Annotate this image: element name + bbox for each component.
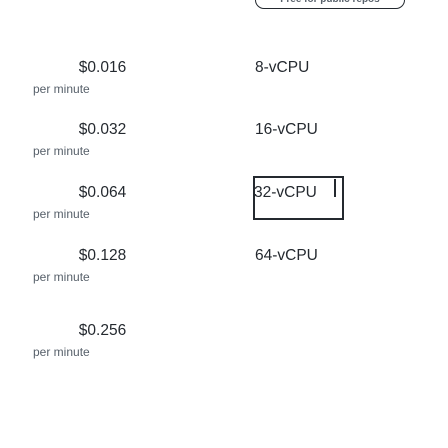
price-unit: per minute [33,207,90,221]
pricing-row-8vcpu: $0.016 per minute 8-vCPU [0,58,448,118]
price-unit: per minute [33,345,90,359]
price-unit: per minute [33,144,90,158]
pricing-row-16vcpu: $0.032 per minute 16-vCPU [0,120,448,180]
price-unit: per minute [33,82,90,96]
price-value: $0.128 [78,247,127,264]
price-value: $0.064 [78,184,127,201]
price-value: $0.016 [78,59,127,76]
machine-size: 8-vCPU [255,59,310,76]
pricing-row-32vcpu: $0.064 per minute 32-vCPU [0,176,448,243]
price-value: $0.256 [78,322,127,339]
pricing-row-extra: $0.256 per minute [0,321,448,381]
price-unit: per minute [33,270,90,284]
machine-size: 32-vCPU [254,184,317,201]
price-value: $0.032 [78,121,127,138]
machine-size: 64-vCPU [255,247,318,264]
machine-size-highlight-box[interactable]: 32-vCPU [253,176,344,220]
machine-size: 16-vCPU [255,121,318,138]
pricing-row-64vcpu: $0.128 per minute 64-vCPU [0,246,448,306]
text-cursor [334,179,336,197]
free-for-public-repos-badge: Free for public repos [255,0,405,9]
